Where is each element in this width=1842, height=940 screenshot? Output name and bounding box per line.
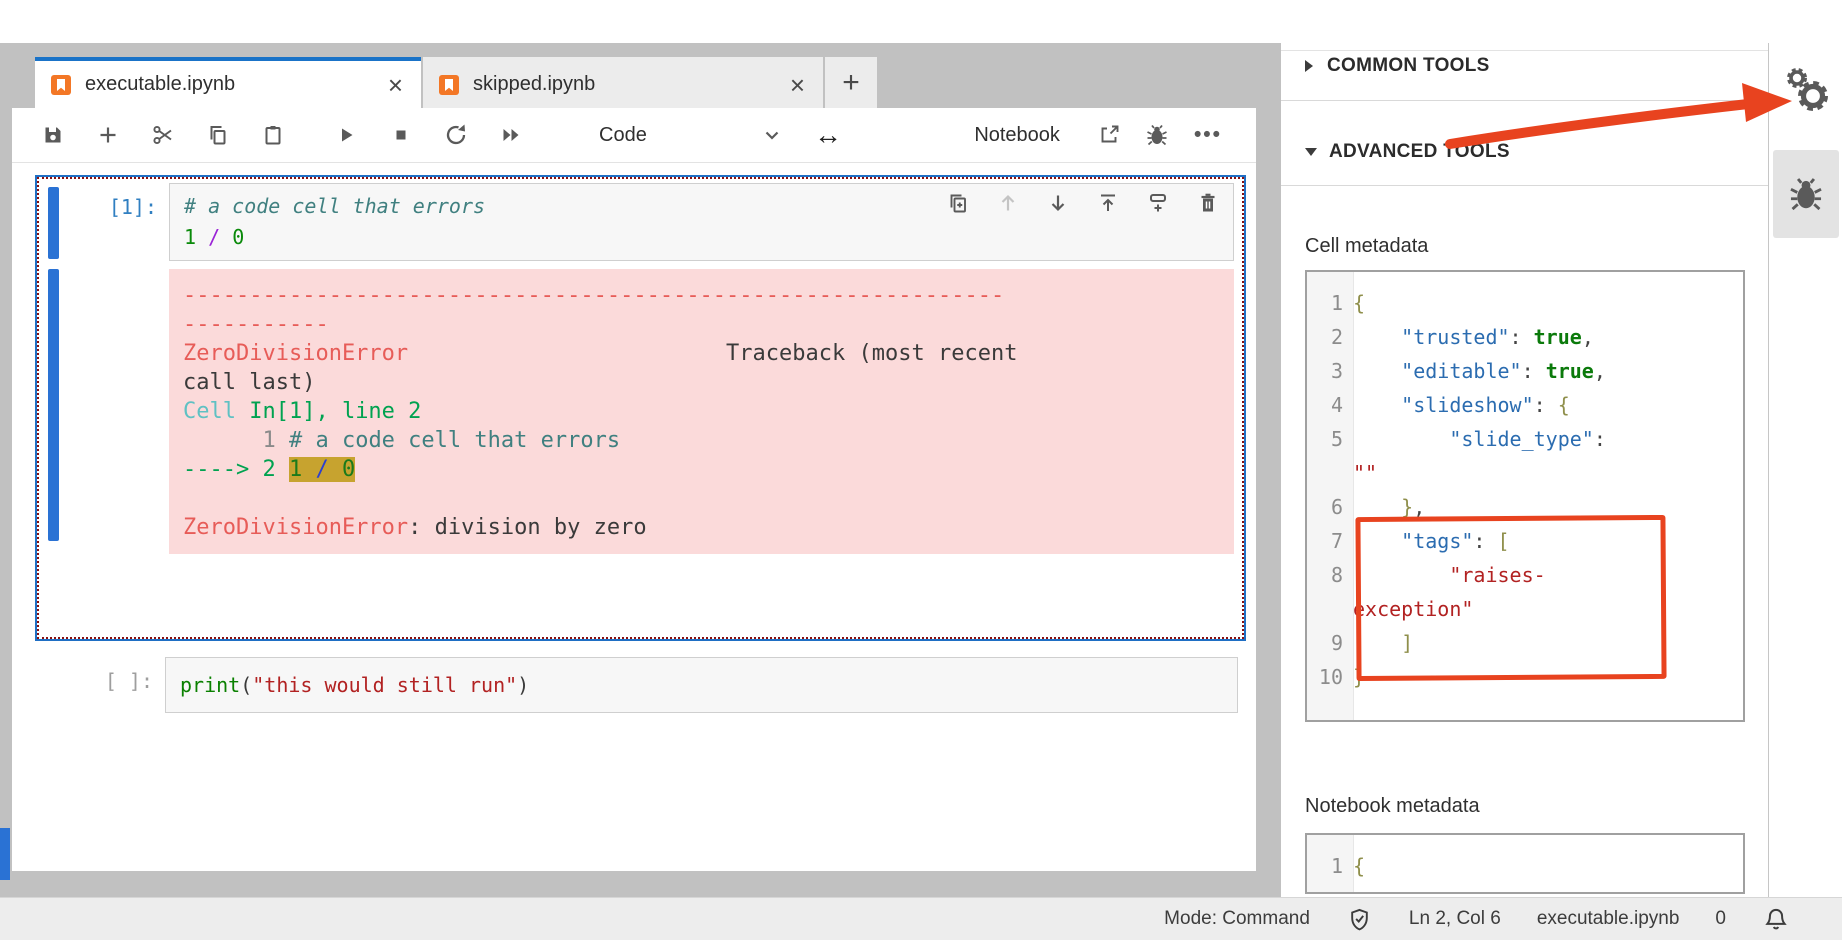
duplicate-cell-icon[interactable] [946,191,970,215]
execution-prompt: [ ]: [35,669,153,693]
code-editor[interactable]: print("this would still run") [165,657,1238,713]
mode-indicator[interactable]: Mode: Command [1164,908,1310,930]
cell-border: [1]: # a code cell that errors1 / 0 [37,177,1244,639]
cut-icon[interactable] [150,122,176,148]
output-collapser[interactable] [48,269,59,541]
cell-type-value: Code [599,124,647,147]
code-cell-2[interactable]: [ ]: print("this would still run") [35,653,1246,713]
notification-count: 0 [1715,908,1726,930]
chevron-down-icon [760,123,784,147]
tab-executable-ipynb[interactable]: executable.ipynb × [35,57,421,108]
restart-kernel-icon[interactable] [443,122,469,148]
cell-metadata-title: Cell metadata [1305,235,1428,258]
new-tab-button[interactable]: + [825,57,877,108]
save-icon[interactable] [40,122,66,148]
debugger-bug-icon[interactable] [1144,122,1170,148]
notebook-metadata-json: 1{ [1307,835,1743,883]
collapse-right-icon [1305,60,1313,72]
notebook-icon [49,73,73,97]
cell-input-row: [1]: # a code cell that errors1 / 0 [39,183,1234,261]
execution-prompt: [1]: [39,195,157,219]
notebook-metadata-title: Notebook metadata [1305,795,1480,818]
paste-icon[interactable] [260,122,286,148]
insert-above-icon[interactable] [1096,191,1120,215]
debugger-bug-icon [1787,175,1825,213]
panel-divider [1281,50,1768,51]
property-inspector-panel: COMMON TOOLS ADVANCED TOOLS Cell metadat… [1281,43,1768,897]
panel-divider [1281,185,1768,186]
close-icon[interactable]: × [786,72,809,98]
insert-below-icon[interactable] [1146,191,1170,215]
sidebar-edge-fragment [0,828,10,880]
code-cell-1[interactable]: [1]: # a code cell that errors1 / 0 [35,175,1246,641]
notebook-panel: Code ↔ Notebook ••• [12,108,1256,871]
cell-input-row: [ ]: print("this would still run") [35,657,1238,713]
error-output: ----------------------------------------… [169,269,1234,554]
cursor-position[interactable]: Ln 2, Col 6 [1409,908,1501,930]
add-cell-icon[interactable] [95,122,121,148]
stop-icon[interactable] [388,122,414,148]
move-up-icon[interactable] [996,191,1020,215]
external-link-icon[interactable] [1096,122,1122,148]
run-icon[interactable] [333,122,359,148]
collapse-down-icon [1305,148,1317,156]
expand-lr-icon[interactable]: ↔ [814,119,842,151]
toolbar-right-group: Notebook ••• [974,122,1256,148]
shield-check-icon [1346,906,1373,933]
tab-skipped-ipynb[interactable]: skipped.ipynb × [423,57,823,108]
move-down-icon[interactable] [1046,191,1070,215]
interface-mode-label: Notebook [974,124,1060,147]
notebook-toolbar: Code ↔ Notebook ••• [12,108,1256,163]
annotation-arrow [1430,72,1800,167]
copy-icon[interactable] [205,122,231,148]
more-options-icon[interactable]: ••• [1194,123,1222,147]
notebook-metadata-editor[interactable]: 1{ [1305,833,1745,894]
run-all-icon[interactable] [498,122,524,148]
right-sidebar-strip [1768,43,1842,897]
close-icon[interactable]: × [384,72,407,98]
bell-icon[interactable] [1762,905,1790,933]
annotation-box-tags [1355,515,1666,681]
jupyterlab-screen: executable.ipynb × skipped.ipynb × + [0,0,1842,940]
tab-label: executable.ipynb [85,73,384,96]
delete-cell-icon[interactable] [1196,191,1220,215]
tab-label: skipped.ipynb [473,73,786,96]
cell-type-dropdown[interactable]: Code [599,123,784,147]
notebook-icon [437,73,461,97]
status-bar: Mode: Command Ln 2, Col 6 executable.ipy… [0,897,1842,940]
cell-toolbar [920,191,1220,215]
active-file-name: executable.ipynb [1537,908,1680,930]
